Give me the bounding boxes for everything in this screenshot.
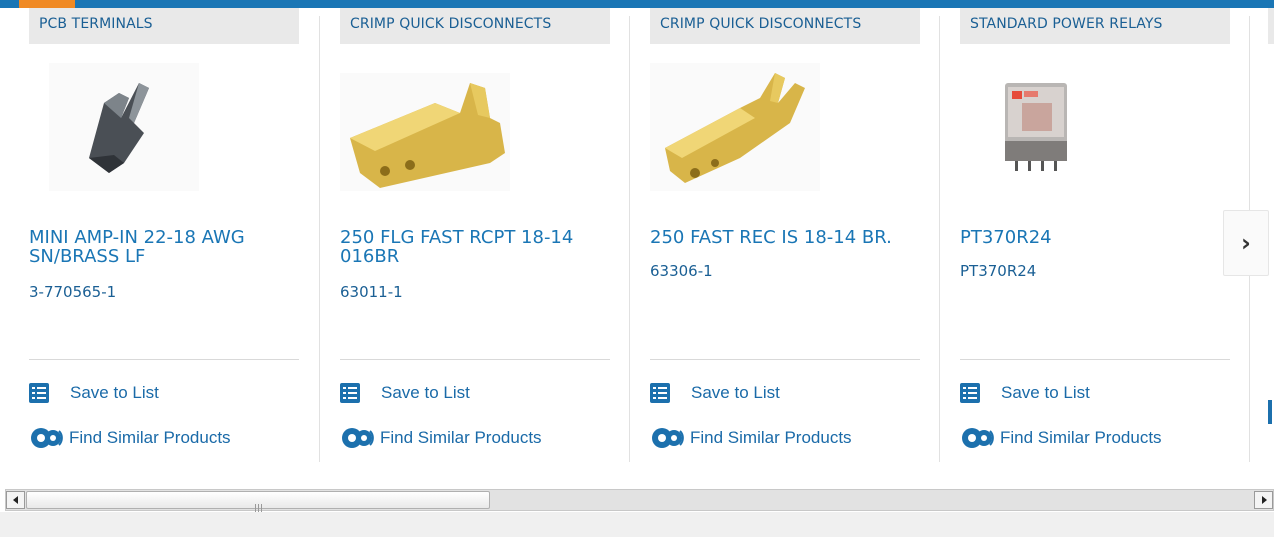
- product-title[interactable]: 250 FAST REC IS 18-14 BR.: [650, 228, 920, 247]
- product-card: CRIMP QUICK DISCONNECTS 250 FAST REC IS …: [621, 8, 931, 464]
- part-number[interactable]: 3-770565-1: [29, 283, 116, 301]
- top-bar: [0, 0, 1274, 8]
- scroll-thumb[interactable]: [26, 491, 490, 512]
- part-number[interactable]: 63306-1: [650, 262, 713, 280]
- save-to-list-label: Save to List: [691, 383, 780, 402]
- category-label: CRIMP QUICK DISCONNECTS: [340, 8, 610, 44]
- scroll-right-button[interactable]: [1254, 491, 1273, 509]
- top-bar-accent: [19, 0, 75, 8]
- product-card: CRIMP QUICK DISCONNECTS 250 FLG FAST RCP…: [311, 8, 621, 464]
- arrow-left-icon: [12, 496, 18, 504]
- product-carousel: PCB TERMINALS MINI AMP-IN 22-18 AWG SN/B…: [0, 8, 1274, 488]
- chevron-right-icon: ›: [1241, 229, 1251, 257]
- save-to-list-button[interactable]: Save to List: [960, 380, 1090, 406]
- divider: [340, 359, 610, 360]
- gears-icon: [652, 428, 684, 448]
- part-number[interactable]: PT370R24: [960, 262, 1036, 280]
- product-image[interactable]: [960, 63, 1230, 198]
- find-similar-label: Find Similar Products: [690, 428, 852, 447]
- find-similar-button[interactable]: Find Similar Products: [960, 425, 1162, 451]
- save-to-list-button[interactable]: Save to List: [29, 380, 159, 406]
- product-title[interactable]: PT370R24: [960, 228, 1230, 247]
- product-card: STANDARD POWER RELAYS PT370R24 PT370R24: [931, 8, 1241, 464]
- category-label: CRIMP QUICK DISCONNECTS: [650, 8, 920, 44]
- checklist-icon: [960, 383, 980, 403]
- arrow-right-icon: [1261, 496, 1267, 504]
- save-to-list-button[interactable]: Save to List: [650, 380, 780, 406]
- product-title[interactable]: 250 FLG FAST RCPT 18-14 016BR: [340, 228, 610, 266]
- save-to-list-label: Save to List: [1001, 383, 1090, 402]
- find-similar-button[interactable]: Find Similar Products: [29, 425, 231, 451]
- category-label: STANDARD POWER RELAYS: [960, 8, 1230, 44]
- find-similar-label: Find Similar Products: [69, 428, 231, 447]
- divider: [650, 359, 920, 360]
- find-similar-button[interactable]: Find Similar Products: [340, 425, 542, 451]
- scroll-left-button[interactable]: [6, 491, 25, 509]
- gears-icon: [962, 428, 994, 448]
- save-to-list-label: Save to List: [70, 383, 159, 402]
- find-similar-button[interactable]: Find Similar Products: [650, 425, 852, 451]
- product-image[interactable]: [340, 63, 610, 198]
- part-number[interactable]: 63011-1: [340, 283, 403, 301]
- checklist-icon: [650, 383, 670, 403]
- checklist-icon: [29, 383, 49, 403]
- checklist-icon: [340, 383, 360, 403]
- product-title[interactable]: MINI AMP-IN 22-18 AWG SN/BRASS LF: [29, 228, 299, 266]
- grip-icon: [255, 497, 265, 512]
- gears-icon: [31, 428, 63, 448]
- category-label: PCB TERMINALS: [29, 8, 299, 44]
- footer-area: [0, 512, 1274, 537]
- product-image[interactable]: [29, 63, 299, 198]
- divider: [29, 359, 299, 360]
- save-to-list-label: Save to List: [381, 383, 470, 402]
- gears-icon: [342, 428, 374, 448]
- product-image[interactable]: [650, 63, 920, 198]
- product-card: PCB TERMINALS MINI AMP-IN 22-18 AWG SN/B…: [0, 8, 310, 464]
- find-similar-label: Find Similar Products: [1000, 428, 1162, 447]
- find-similar-label: Find Similar Products: [380, 428, 542, 447]
- carousel-next-button[interactable]: ›: [1223, 210, 1269, 276]
- horizontal-scrollbar[interactable]: [5, 489, 1274, 512]
- save-to-list-button[interactable]: Save to List: [340, 380, 470, 406]
- divider: [960, 359, 1230, 360]
